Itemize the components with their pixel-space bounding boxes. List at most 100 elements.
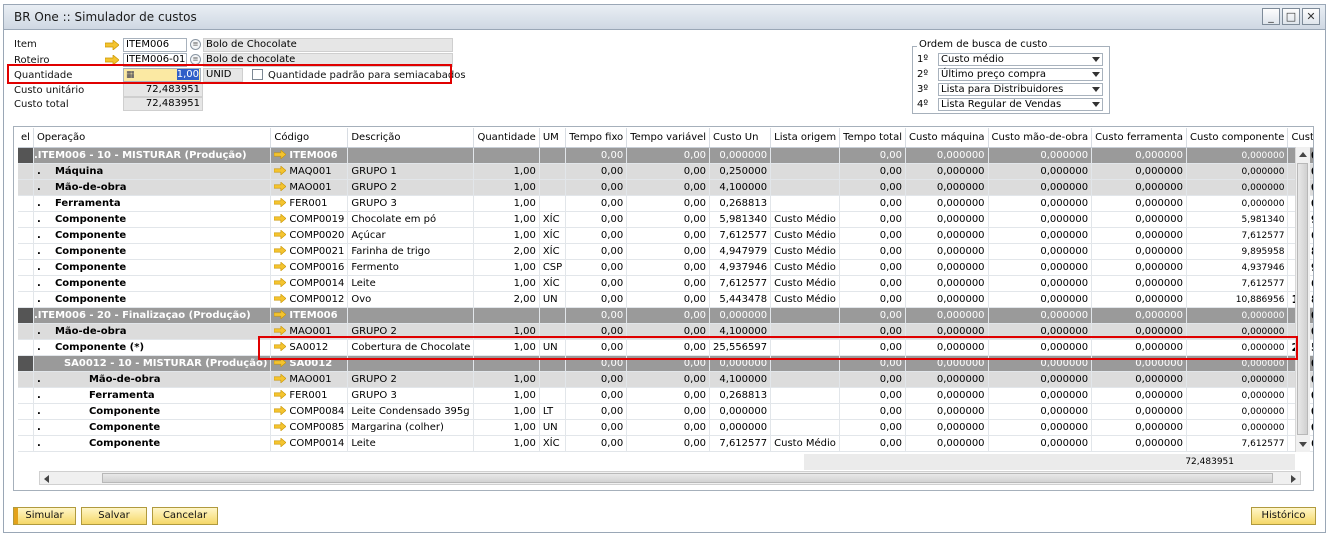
simular-button[interactable]: Simular	[13, 507, 76, 525]
total-time-cell: 0,00	[839, 211, 906, 228]
machine-cost-cell: 0,000000	[905, 259, 989, 276]
ordem-select[interactable]: Último preço compra	[938, 68, 1103, 81]
column-header[interactable]: Custo máquina	[905, 128, 989, 148]
table-row[interactable]: .ITEM006 - 10 - MISTURAR (Produção) ITEM0…	[18, 147, 1313, 164]
table-row[interactable]: . Componente COMP0016 Fermento 1,00 CSP 0,00 0,…	[18, 259, 1313, 276]
operation-cell: . Máquina	[33, 163, 272, 180]
link-arrow-icon[interactable]	[274, 373, 287, 384]
table-row[interactable]: . Componente COMP0021 Farinha de trigo 2,00 X…	[18, 243, 1313, 260]
row-selector	[18, 323, 34, 340]
unit-cost-cell: 5,981340	[709, 211, 772, 228]
variable-time-cell: 0,00	[626, 211, 711, 228]
column-header[interactable]: Custo mão-de-obra	[988, 128, 1093, 148]
quantity-cell: 1,00	[473, 435, 540, 452]
table-row[interactable]: .ITEM006 - 20 - Finalizaçao (Produção) IT…	[18, 307, 1313, 324]
table-row[interactable]: . Componente COMP0020 Açúcar 1,00 XÍC 0,00 0,00…	[18, 227, 1313, 244]
row-selector	[18, 339, 34, 356]
close-button[interactable]: ✕	[1302, 8, 1320, 25]
link-arrow-icon[interactable]	[274, 421, 287, 432]
operation-cell: . Componente (*)	[33, 339, 272, 356]
ordem-select[interactable]: Lista para Distribuidores	[938, 83, 1103, 96]
link-arrow-icon[interactable]	[274, 437, 287, 448]
table-row[interactable]: . Componente COMP0014 Leite 1,00 XÍC 0,00 0,00 7…	[18, 435, 1313, 452]
column-header[interactable]: Custo Un	[709, 128, 772, 148]
ordem-select[interactable]: Custo médio	[938, 53, 1103, 66]
operation-cell: SA0012 - 10 - MISTURAR (Produção)	[33, 355, 272, 372]
table-row[interactable]: . Mão-de-obra MAO001 GRUPO 2 1,00 0,00 0,00 4,1…	[18, 179, 1313, 196]
link-arrow-icon[interactable]	[274, 261, 287, 272]
table-row[interactable]: . Componente COMP0012 Ovo 2,00 UN 0,00 0,00 5,44…	[18, 291, 1313, 308]
ordem-select-value: Último preço compra	[941, 69, 1046, 80]
column-header[interactable]: Custo componente	[1186, 128, 1289, 148]
operation-cell: . Ferramenta	[33, 387, 272, 404]
table-row[interactable]: . Componente COMP0014 Leite 1,00 XÍC 0,00 0,00 7…	[18, 275, 1313, 292]
cancelar-button[interactable]: Cancelar	[152, 507, 218, 525]
column-header[interactable]: Tempo fixo	[565, 128, 628, 148]
chevron-down-icon	[1092, 102, 1100, 107]
table-row[interactable]: . Mão-de-obra MAO001 GRUPO 2 1,00 0,00 0,00 4,1…	[18, 371, 1313, 388]
item-code-input[interactable]: ITEM006	[123, 38, 187, 52]
ordem-select-value: Lista para Distribuidores	[941, 84, 1064, 95]
column-header[interactable]: UM	[539, 128, 567, 148]
column-header[interactable]: Tempo variável	[626, 128, 711, 148]
historico-button[interactable]: Histórico	[1251, 507, 1316, 525]
table-row[interactable]: . Componente COMP0084 Leite Condensado 395g…	[18, 403, 1313, 420]
column-header[interactable]: Tempo total	[839, 128, 906, 148]
custo-total-value: 72,483951	[123, 97, 203, 111]
code-cell: COMP0085	[270, 419, 349, 436]
column-header[interactable]: Custo ferramenta	[1091, 128, 1187, 148]
link-arrow-icon[interactable]	[274, 293, 287, 304]
variable-time-cell: 0,00	[626, 387, 711, 404]
link-arrow-icon[interactable]	[274, 309, 287, 320]
vertical-scrollbar[interactable]	[1295, 147, 1310, 452]
machine-cost-cell: 0,000000	[905, 291, 989, 308]
table-row[interactable]: . Componente COMP0085 Margarina (colher) 1,0…	[18, 419, 1313, 436]
horizontal-scrollbar[interactable]	[39, 471, 1301, 485]
salvar-button[interactable]: Salvar	[81, 507, 147, 525]
operation-cell: . Componente	[33, 259, 272, 276]
column-header[interactable]: el	[18, 128, 34, 148]
maximize-button[interactable]: □	[1282, 8, 1300, 25]
unit-cost-cell: 4,100000	[709, 371, 772, 388]
link-arrow-icon[interactable]	[274, 181, 287, 192]
link-arrow-icon[interactable]	[274, 213, 287, 224]
column-header[interactable]: Custo total	[1287, 128, 1313, 148]
chevron-down-icon	[1092, 72, 1100, 77]
ordem-select[interactable]: Lista Regular de Vendas	[938, 98, 1103, 111]
link-arrow-icon[interactable]	[274, 197, 287, 208]
scroll-thumb[interactable]	[1297, 163, 1308, 435]
table-row[interactable]: . Máquina MAQ001 GRUPO 1 1,00 0,00 0,00 0,25000…	[18, 163, 1313, 180]
table-row[interactable]: . Componente COMP0019 Chocolate em pó 1,00 XÍ…	[18, 211, 1313, 228]
scroll-left-icon[interactable]	[44, 475, 49, 483]
scroll-thumb[interactable]	[102, 473, 1273, 483]
description-cell: Leite	[347, 435, 475, 452]
column-header[interactable]: Operação	[33, 128, 272, 148]
scroll-up-icon[interactable]	[1299, 152, 1307, 157]
table-row[interactable]: . Ferramenta FER001 GRUPO 3 1,00 0,00 0,00 0,26…	[18, 387, 1313, 404]
link-arrow-icon[interactable]	[274, 165, 287, 176]
link-arrow-icon[interactable]	[274, 405, 287, 416]
table-row[interactable]: . Ferramenta FER001 GRUPO 3 1,00 0,00 0,00 0,26…	[18, 195, 1313, 212]
column-header[interactable]: Descrição	[347, 128, 475, 148]
component-cost-cell: 0,000000	[1186, 147, 1289, 164]
variable-time-cell: 0,00	[626, 195, 711, 212]
unit-cell	[539, 147, 567, 164]
link-arrow-icon[interactable]	[274, 229, 287, 240]
link-arrow-icon[interactable]	[274, 245, 287, 256]
unit-cost-cell: 5,443478	[709, 291, 772, 308]
link-arrow-icon[interactable]	[274, 389, 287, 400]
description-cell: GRUPO 3	[347, 195, 475, 212]
scroll-down-icon[interactable]	[1299, 442, 1307, 447]
scroll-right-icon[interactable]	[1291, 475, 1296, 483]
column-header[interactable]: Código	[270, 128, 349, 148]
link-arrow-icon[interactable]	[274, 325, 287, 336]
fixed-time-cell: 0,00	[565, 147, 628, 164]
column-header[interactable]: Quantidade	[473, 128, 540, 148]
link-arrow-icon[interactable]	[105, 40, 119, 50]
link-arrow-icon[interactable]	[274, 277, 287, 288]
minimize-button[interactable]: _	[1262, 8, 1280, 25]
operation-cell: . Mão-de-obra	[33, 179, 272, 196]
lookup-icon[interactable]: ≡	[190, 39, 201, 50]
link-arrow-icon[interactable]	[274, 149, 287, 160]
column-header[interactable]: Lista origem	[770, 128, 841, 148]
